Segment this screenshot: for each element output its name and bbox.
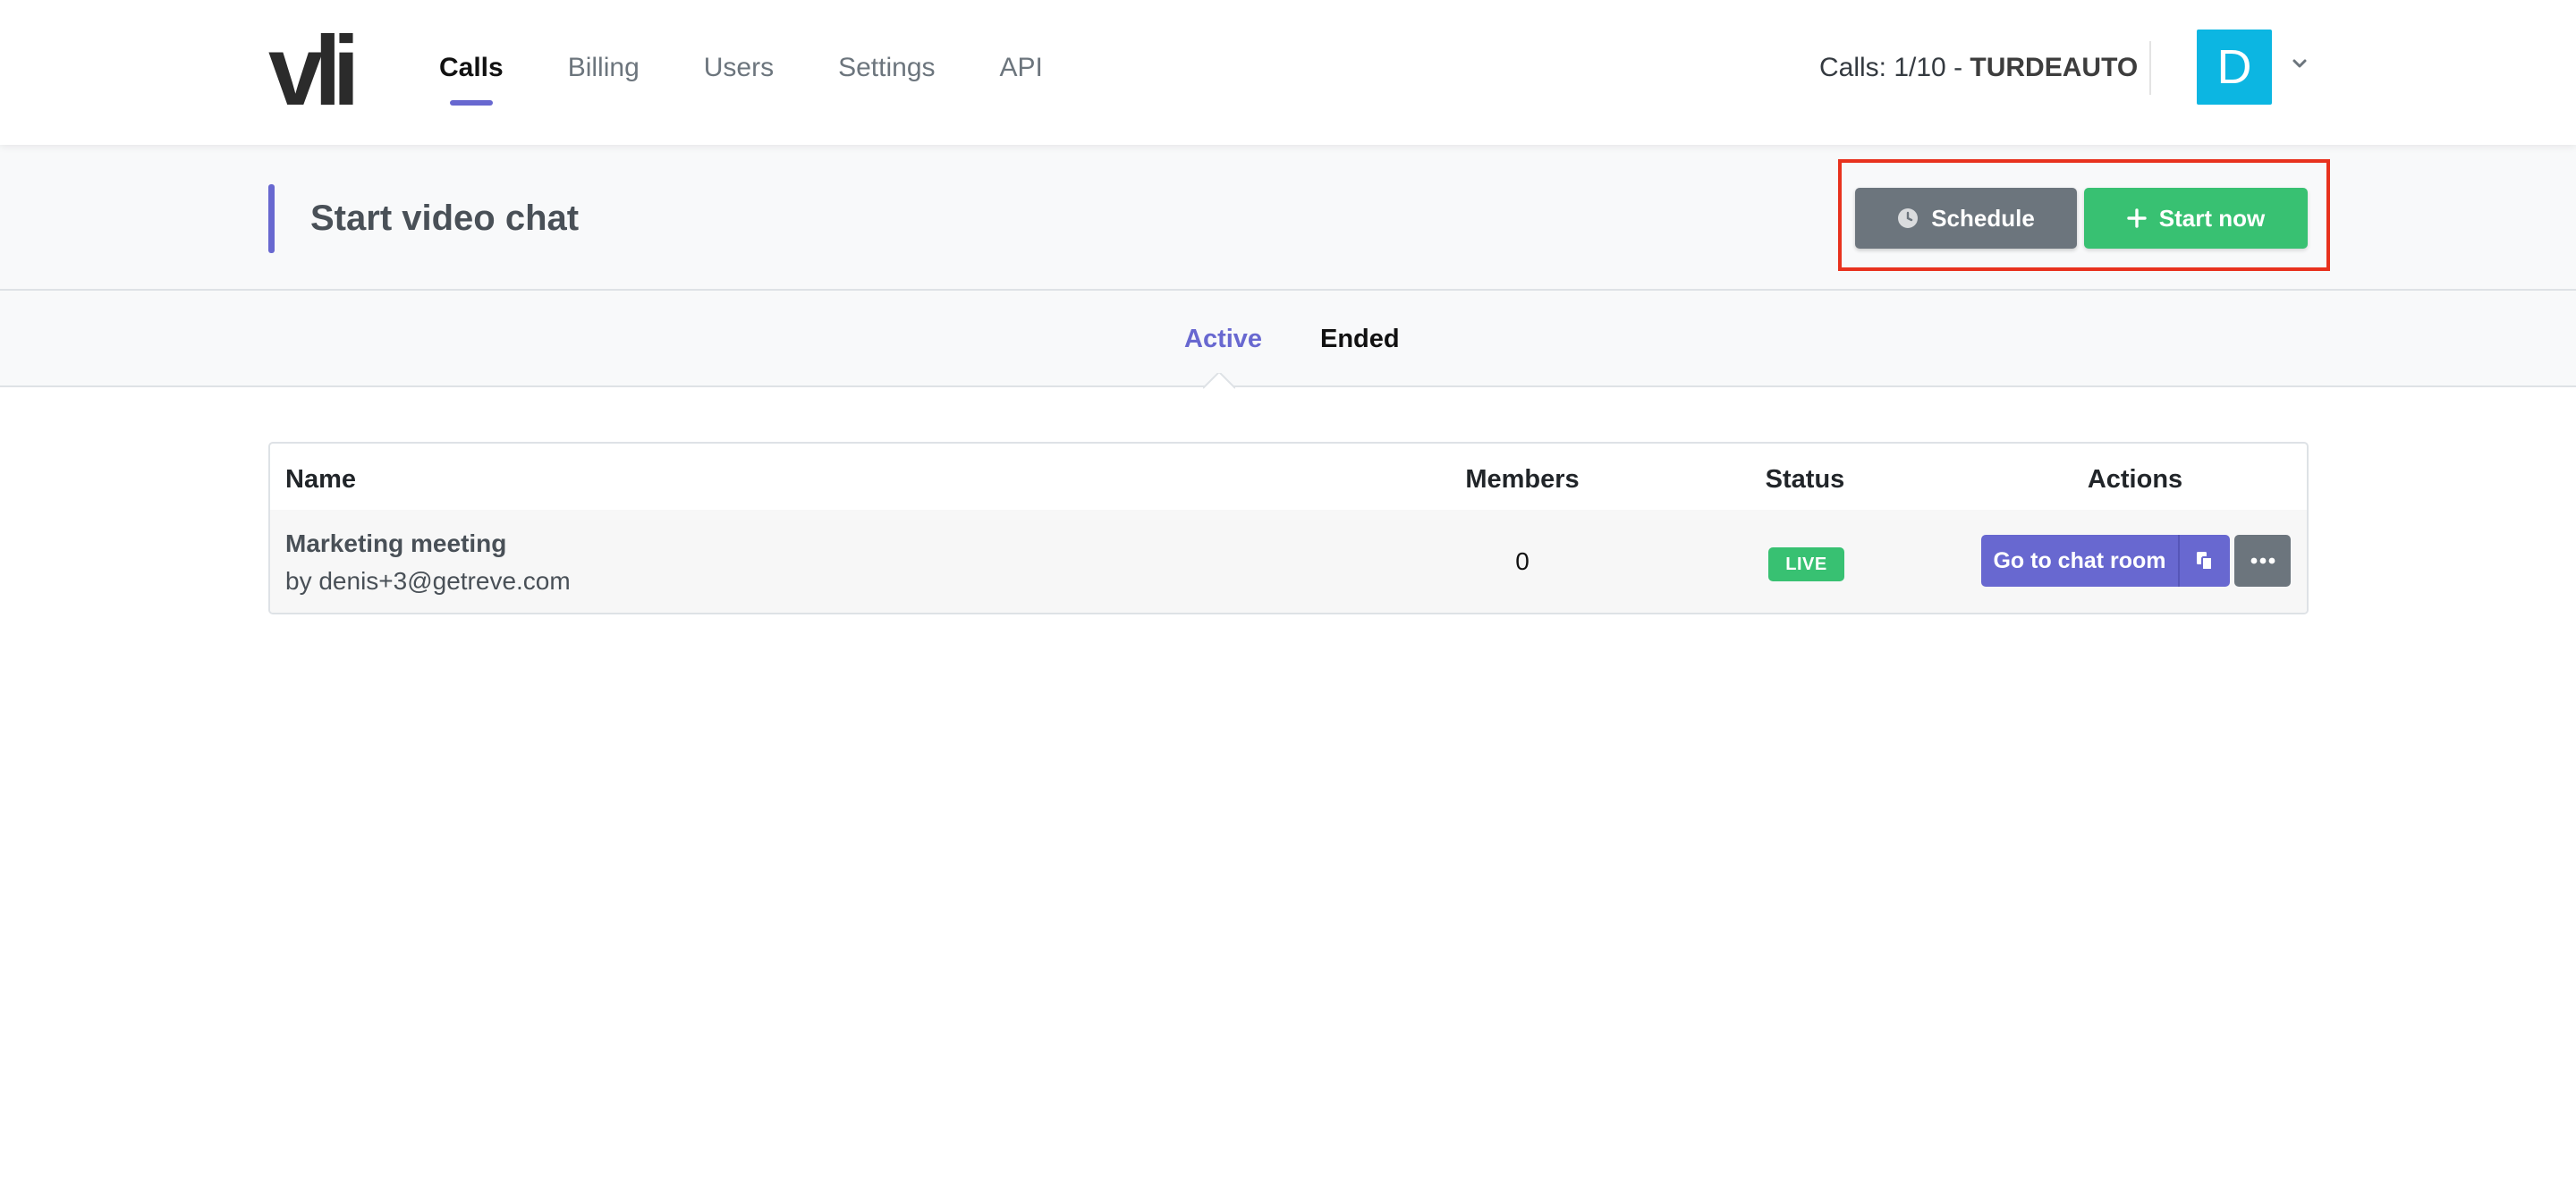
more-actions-button[interactable] xyxy=(2234,535,2291,587)
column-header-members: Members xyxy=(1465,465,1580,494)
calls-usage-count: Calls: 1/10 - xyxy=(1819,53,1970,82)
user-avatar[interactable]: D xyxy=(2197,30,2272,105)
top-navbar: vli Calls Billing Users Settings API Cal… xyxy=(0,0,2576,145)
call-members-count: 0 xyxy=(1515,547,1530,575)
nav-item-api[interactable]: API xyxy=(1000,0,1043,145)
plus-icon xyxy=(2127,208,2147,228)
tab-ended[interactable]: Ended xyxy=(1320,321,1400,357)
schedule-button-label: Schedule xyxy=(1931,204,2035,232)
column-header-actions: Actions xyxy=(2087,465,2183,494)
column-header-name: Name xyxy=(285,465,356,494)
go-to-chat-room-button[interactable]: Go to chat room xyxy=(1981,535,2178,587)
copy-icon xyxy=(2197,552,2213,571)
calls-tabs: Active Ended xyxy=(0,291,2576,389)
start-now-button[interactable]: Start now xyxy=(2084,188,2308,249)
start-now-button-label: Start now xyxy=(2158,204,2266,232)
tab-active[interactable]: Active xyxy=(1184,321,1262,357)
chevron-down-icon[interactable] xyxy=(2290,54,2309,73)
nav-item-settings[interactable]: Settings xyxy=(838,0,935,145)
active-tab-indicator xyxy=(1203,373,1235,389)
page-header: Start video chat Schedule Start now xyxy=(0,145,2576,291)
nav-item-calls[interactable]: Calls xyxy=(439,0,504,145)
account-name: TURDEAUTO xyxy=(1970,53,2139,82)
calls-table: Name Members Status Actions Marketing me… xyxy=(268,442,2309,614)
table-row: Marketing meeting by denis+3@getreve.com… xyxy=(270,510,2307,613)
nav-divider xyxy=(2149,41,2151,95)
copy-link-button[interactable] xyxy=(2178,535,2230,587)
call-owner: by denis+3@getreve.com xyxy=(285,567,571,595)
clock-icon xyxy=(1898,208,1919,228)
main-nav: Calls Billing Users Settings API xyxy=(439,0,1107,145)
title-accent-bar xyxy=(268,184,275,253)
column-header-status: Status xyxy=(1765,465,1845,494)
chat-room-button-group: Go to chat room xyxy=(1981,535,2230,587)
app-logo[interactable]: vli xyxy=(268,22,360,121)
nav-item-billing[interactable]: Billing xyxy=(568,0,640,145)
schedule-button[interactable]: Schedule xyxy=(1855,188,2077,249)
status-badge: LIVE xyxy=(1768,547,1844,581)
more-icon xyxy=(2250,557,2275,564)
calls-usage: Calls: 1/10 - TURDEAUTO xyxy=(1819,50,2138,86)
call-name: Marketing meeting xyxy=(285,529,507,557)
nav-item-users[interactable]: Users xyxy=(704,0,774,145)
page-title: Start video chat xyxy=(310,199,580,238)
